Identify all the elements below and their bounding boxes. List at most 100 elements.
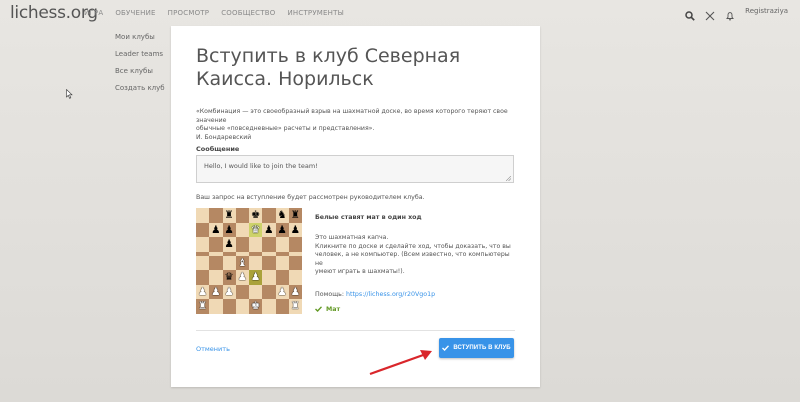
board-square[interactable] — [275, 299, 289, 314]
nav-watch[interactable]: ПРОСМОТР — [168, 9, 210, 17]
board-square[interactable] — [209, 237, 223, 252]
nav-learn[interactable]: ОБУЧЕНИЕ — [115, 9, 155, 17]
black-pawn-icon[interactable]: ♟ — [291, 225, 300, 236]
black-knight-icon[interactable]: ♞ — [277, 210, 286, 221]
board-square[interactable]: ♟ — [275, 222, 289, 238]
board-square[interactable] — [235, 208, 249, 223]
board-square[interactable]: ♟ — [196, 284, 210, 300]
board-square[interactable] — [235, 284, 249, 300]
white-rook-icon[interactable]: ♜ — [291, 301, 300, 312]
board-square[interactable] — [196, 208, 210, 223]
board-square[interactable] — [209, 270, 223, 285]
menu-create-team[interactable]: Создать клуб — [115, 83, 165, 100]
board-square[interactable] — [275, 255, 289, 271]
board-square[interactable] — [288, 255, 302, 271]
menu-leader-teams[interactable]: Leader teams — [115, 49, 165, 66]
black-rook-icon[interactable]: ♜ — [291, 210, 300, 221]
nav-play[interactable]: ИГРА — [84, 9, 103, 17]
nav-tools[interactable]: ИНСТРУМЕНТЫ — [287, 9, 344, 17]
resize-handle-icon[interactable] — [505, 175, 512, 182]
menu-all-teams[interactable]: Все клубы — [115, 66, 165, 83]
board-square[interactable] — [249, 255, 263, 271]
message-textarea[interactable]: Hello, I would like to join the team! — [196, 155, 514, 183]
board-square[interactable]: ♜ — [222, 208, 236, 223]
board-square[interactable]: ♟ — [209, 284, 223, 300]
board-square[interactable] — [262, 270, 276, 285]
board-square[interactable] — [222, 299, 236, 314]
white-bishop-icon[interactable]: ♝ — [238, 258, 247, 269]
white-queen-icon[interactable]: ♛ — [251, 225, 260, 236]
white-pawn-icon[interactable]: ♟ — [198, 287, 207, 298]
board-square[interactable]: ♟ — [288, 222, 302, 238]
board-square[interactable] — [196, 270, 210, 285]
white-pawn-icon[interactable]: ♟ — [238, 272, 247, 283]
board-square[interactable]: ♜ — [196, 299, 210, 314]
board-square[interactable] — [288, 237, 302, 252]
white-king-icon[interactable]: ♚ — [251, 301, 260, 312]
board-square[interactable] — [262, 208, 276, 223]
board-square[interactable]: ♟ — [275, 284, 289, 300]
board-square[interactable]: ♟ — [222, 237, 236, 252]
board-square[interactable]: ♚ — [249, 299, 263, 314]
black-rook-icon[interactable]: ♜ — [224, 210, 233, 221]
white-rook-icon[interactable]: ♜ — [198, 301, 207, 312]
board-square[interactable]: ♟ — [209, 222, 223, 238]
white-pawn-icon[interactable]: ♟ — [277, 287, 286, 298]
board-square[interactable] — [249, 284, 263, 300]
board-square[interactable] — [249, 237, 263, 252]
board-square[interactable] — [275, 270, 289, 285]
board-square[interactable]: ♛ — [222, 270, 236, 285]
board-square[interactable]: ♜ — [288, 299, 302, 314]
black-pawn-icon[interactable]: ♟ — [224, 239, 233, 250]
black-queen-icon[interactable]: ♛ — [224, 272, 233, 283]
board-square[interactable] — [235, 222, 249, 238]
white-pawn-icon[interactable]: ♟ — [251, 272, 260, 283]
black-pawn-icon[interactable]: ♟ — [211, 225, 220, 236]
help-link[interactable]: https://lichess.org/r20Vgo1p — [346, 291, 435, 298]
board-square[interactable] — [262, 299, 276, 314]
checkmark-icon — [315, 306, 322, 312]
board-square[interactable] — [235, 237, 249, 252]
board-square[interactable] — [209, 255, 223, 271]
board-square[interactable]: ♛ — [249, 222, 263, 238]
board-square[interactable] — [235, 299, 249, 314]
search-icon[interactable] — [685, 6, 695, 21]
board-square[interactable]: ♟ — [222, 222, 236, 238]
white-pawn-icon[interactable]: ♟ — [224, 287, 233, 298]
board-square[interactable] — [196, 255, 210, 271]
black-pawn-icon[interactable]: ♟ — [264, 225, 273, 236]
board-square[interactable]: ♟ — [235, 270, 249, 285]
cancel-link[interactable]: Отменить — [196, 345, 230, 353]
board-square[interactable] — [222, 255, 236, 271]
board-square[interactable] — [262, 284, 276, 300]
white-pawn-icon[interactable]: ♟ — [211, 287, 220, 298]
board-square[interactable]: ♝ — [235, 255, 249, 271]
join-team-button[interactable]: ВСТУПИТЬ В КЛУБ — [439, 338, 514, 358]
board-square[interactable]: ♟ — [288, 284, 302, 300]
bell-icon[interactable] — [725, 6, 735, 21]
nav-community[interactable]: СООБЩЕСТВО — [221, 9, 275, 17]
black-pawn-icon[interactable]: ♟ — [277, 225, 286, 236]
board-square[interactable] — [288, 270, 302, 285]
board-square[interactable] — [209, 208, 223, 223]
board-square[interactable] — [209, 299, 223, 314]
board-square[interactable] — [196, 237, 210, 252]
help-label: Помощь: — [315, 290, 344, 298]
menu-my-teams[interactable]: Мои клубы — [115, 32, 165, 49]
board-square[interactable] — [275, 237, 289, 252]
white-pawn-icon[interactable]: ♟ — [291, 287, 300, 298]
board-square[interactable]: ♟ — [249, 270, 263, 285]
signin-link[interactable]: Registraziya — [745, 7, 788, 15]
board-square[interactable]: ♜ — [288, 208, 302, 223]
board-square[interactable]: ♞ — [275, 208, 289, 223]
black-king-icon[interactable]: ♚ — [251, 210, 260, 221]
board-square[interactable]: ♟ — [262, 222, 276, 238]
black-pawn-icon[interactable]: ♟ — [224, 225, 233, 236]
board-square[interactable]: ♟ — [222, 284, 236, 300]
board-square[interactable] — [196, 222, 210, 238]
captcha-chessboard[interactable]: ♜ ♚ ♞ ♜ ♟ ♟ ♛ ♟ ♟ ♟ ♟ ♝ ♛ ♟ ♟ ♟ ♟ ♟ ♟ ♟ ♜ ♚ ♜ — [196, 208, 302, 314]
board-square[interactable] — [262, 255, 276, 271]
board-square[interactable] — [262, 237, 276, 252]
swords-icon[interactable] — [705, 6, 715, 21]
board-square[interactable]: ♚ — [249, 208, 263, 223]
